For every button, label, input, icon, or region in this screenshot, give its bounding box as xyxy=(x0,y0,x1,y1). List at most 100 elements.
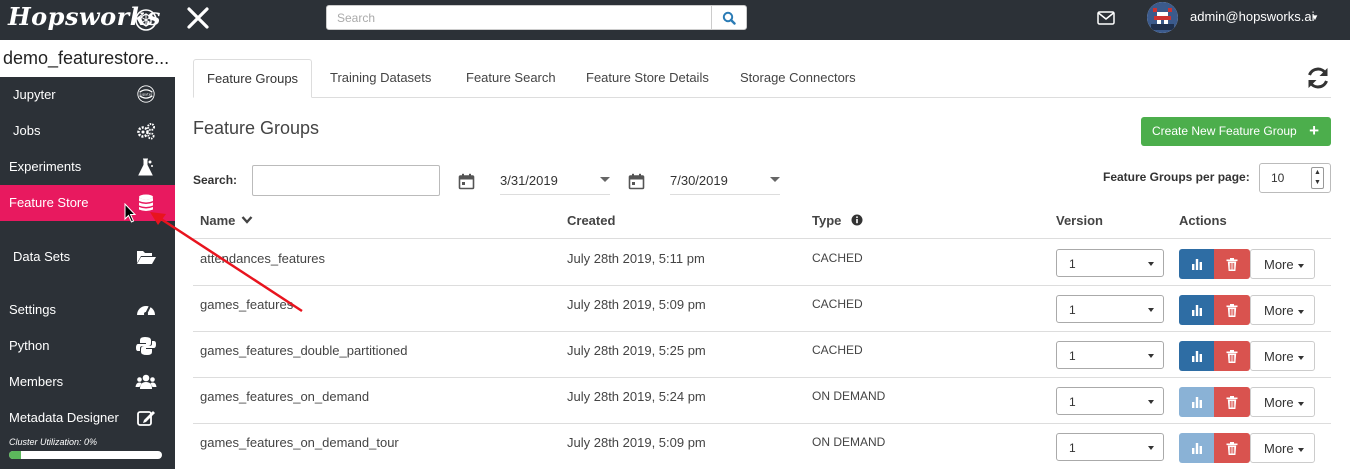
delete-button[interactable] xyxy=(1214,249,1250,279)
version-select[interactable]: 1 xyxy=(1056,433,1164,461)
version-select[interactable]: 1 xyxy=(1056,341,1164,369)
tab-training-datasets[interactable]: Training Datasets xyxy=(317,59,444,98)
delete-button[interactable] xyxy=(1214,341,1250,371)
feature-group-created: July 28th 2019, 5:24 pm xyxy=(567,389,706,404)
gears-icon xyxy=(137,123,155,140)
feature-group-type: CACHED xyxy=(812,251,863,265)
more-dropdown-button[interactable]: More xyxy=(1250,249,1315,279)
version-select[interactable]: 1 xyxy=(1056,249,1164,277)
feature-group-name[interactable]: attendances_features xyxy=(200,251,325,266)
delete-button[interactable] xyxy=(1214,295,1250,325)
statistics-button[interactable] xyxy=(1179,433,1215,463)
calendar-icon[interactable] xyxy=(628,173,645,190)
per-page-stepper[interactable]: ▲ ▼ xyxy=(1311,167,1324,189)
version-select[interactable]: 1 xyxy=(1056,387,1164,415)
table-row: games_features_double_partitioned July 2… xyxy=(193,332,1331,378)
tab-feature-store-details[interactable]: Feature Store Details xyxy=(573,59,722,98)
feature-store-tabs: Feature Groups Training Datasets Feature… xyxy=(193,59,1331,98)
column-header-type[interactable]: Type xyxy=(812,213,863,228)
statistics-button[interactable] xyxy=(1179,387,1215,417)
column-header-created[interactable]: Created xyxy=(567,213,615,228)
main-content: Feature Groups Training Datasets Feature… xyxy=(193,40,1338,469)
date-to-value: 7/30/2019 xyxy=(670,173,728,188)
chevron-down-icon xyxy=(770,177,780,182)
flask-icon xyxy=(138,158,153,176)
global-search-input[interactable] xyxy=(326,5,712,30)
cluster-utilization-fill xyxy=(9,451,22,459)
sidebar-item-metadata-designer[interactable]: Metadata Designer xyxy=(0,400,175,436)
user-menu-caret-icon[interactable]: ▼ xyxy=(1311,13,1319,22)
delete-button[interactable] xyxy=(1214,433,1250,463)
create-button-label: Create New Feature Group xyxy=(1152,124,1297,138)
sidebar: demo_featurestore... Jupyter jupyter Job… xyxy=(0,40,175,469)
bar-chart-icon xyxy=(1192,397,1202,408)
more-label: More xyxy=(1264,395,1294,410)
folder-open-icon xyxy=(137,251,156,264)
column-header-name[interactable]: Name xyxy=(200,213,253,228)
sidebar-item-label: Data Sets xyxy=(13,249,71,264)
sidebar-item-data-sets[interactable]: Data Sets xyxy=(0,239,175,275)
hopsworks-logo-icon xyxy=(135,9,157,31)
info-icon[interactable] xyxy=(851,214,863,226)
sidebar-item-python[interactable]: Python xyxy=(0,328,175,364)
sidebar-item-feature-store[interactable]: Feature Store xyxy=(0,185,175,221)
feature-group-name[interactable]: games_features_double_partitioned xyxy=(200,343,407,358)
table-row: games_features July 28th 2019, 5:09 pm C… xyxy=(193,286,1331,332)
tab-storage-connectors[interactable]: Storage Connectors xyxy=(727,59,869,98)
project-name[interactable]: demo_featurestore... xyxy=(0,40,175,77)
global-search-button[interactable] xyxy=(711,5,747,30)
more-label: More xyxy=(1264,441,1294,456)
more-dropdown-button[interactable]: More xyxy=(1250,341,1315,371)
refresh-icon[interactable] xyxy=(1305,65,1331,91)
tab-feature-groups[interactable]: Feature Groups xyxy=(193,59,313,98)
sidebar-item-settings[interactable]: Settings xyxy=(0,292,175,328)
more-dropdown-button[interactable]: More xyxy=(1250,295,1315,325)
column-header-version: Version xyxy=(1056,213,1103,228)
delete-button[interactable] xyxy=(1214,387,1250,417)
feature-group-type: ON DEMAND xyxy=(812,389,886,403)
sidebar-item-jobs[interactable]: Jobs xyxy=(0,113,175,149)
avatar[interactable] xyxy=(1147,2,1178,33)
python-icon xyxy=(136,337,156,355)
table-row: games_features_on_demand_tour July 28th … xyxy=(193,424,1331,469)
sidebar-item-label: Experiments xyxy=(9,159,82,174)
table-row: games_features_on_demand July 28th 2019,… xyxy=(193,378,1331,424)
more-label: More xyxy=(1264,257,1294,272)
user-email[interactable]: admin@hopsworks.ai xyxy=(1190,9,1314,24)
bar-chart-icon xyxy=(1192,443,1202,454)
column-header-actions: Actions xyxy=(1179,213,1227,228)
chevron-down-icon xyxy=(1298,448,1304,452)
more-dropdown-button[interactable]: More xyxy=(1250,387,1315,417)
feature-group-name[interactable]: games_features_on_demand_tour xyxy=(200,435,399,450)
stepper-up-icon[interactable]: ▲ xyxy=(1312,168,1323,178)
close-icon[interactable] xyxy=(186,6,210,30)
per-page-input[interactable]: 10 ▲ ▼ xyxy=(1259,163,1331,193)
chevron-down-icon xyxy=(1148,446,1154,450)
sidebar-item-experiments[interactable]: Experiments xyxy=(0,149,175,185)
chevron-down-icon xyxy=(1148,262,1154,266)
sidebar-item-members[interactable]: Members xyxy=(0,364,175,400)
chevron-down-icon xyxy=(1298,310,1304,314)
create-feature-group-button[interactable]: Create New Feature Group + xyxy=(1141,117,1331,146)
date-to-field[interactable]: 7/30/2019 xyxy=(670,166,780,195)
table-search-input[interactable] xyxy=(252,165,440,196)
envelope-icon[interactable] xyxy=(1097,11,1115,25)
feature-group-name[interactable]: games_features_on_demand xyxy=(200,389,369,404)
table-row: attendances_features July 28th 2019, 5:1… xyxy=(193,240,1331,286)
date-from-value: 3/31/2019 xyxy=(500,173,558,188)
feature-group-name[interactable]: games_features xyxy=(200,297,293,312)
statistics-button[interactable] xyxy=(1179,249,1215,279)
chevron-down-icon xyxy=(1148,400,1154,404)
stepper-down-icon[interactable]: ▼ xyxy=(1312,178,1323,188)
sidebar-item-jupyter[interactable]: Jupyter jupyter xyxy=(0,77,175,113)
date-from-field[interactable]: 3/31/2019 xyxy=(500,166,610,195)
tab-feature-search[interactable]: Feature Search xyxy=(453,59,569,98)
sidebar-item-label: Python xyxy=(9,338,50,353)
bar-chart-icon xyxy=(1192,305,1202,316)
calendar-icon[interactable] xyxy=(458,173,475,190)
more-dropdown-button[interactable]: More xyxy=(1250,433,1315,463)
statistics-button[interactable] xyxy=(1179,295,1215,325)
statistics-button[interactable] xyxy=(1179,341,1215,371)
version-select[interactable]: 1 xyxy=(1056,295,1164,323)
sidebar-item-label: Jobs xyxy=(13,123,41,138)
